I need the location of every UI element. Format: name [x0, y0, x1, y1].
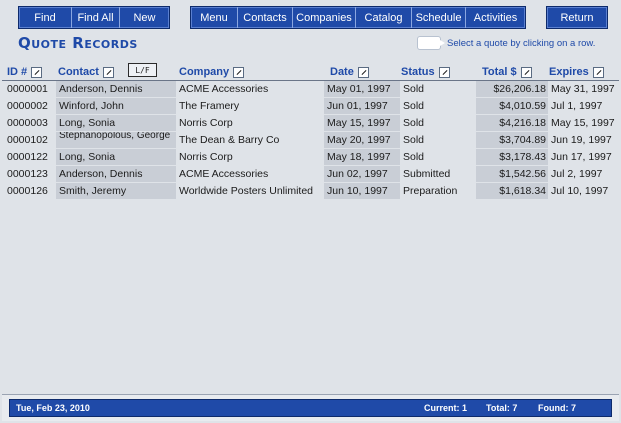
cell-status: Submitted — [403, 168, 451, 180]
column-header-expires[interactable]: Expires — [549, 66, 604, 78]
sort-icon[interactable] — [31, 66, 43, 78]
cell-company: Norris Corp — [179, 151, 233, 163]
cell-id: 0000003 — [7, 117, 48, 129]
cell-company: Worldwide Posters Unlimited — [179, 185, 314, 197]
sort-icon[interactable] — [520, 66, 532, 78]
cell-status: Sold — [403, 83, 425, 95]
activities-button[interactable]: Activities — [466, 7, 525, 28]
cell-date: Jun 10, 1997 — [324, 183, 400, 199]
cell-date: May 18, 1997 — [324, 149, 400, 165]
cell-expires: Jun 19, 1997 — [551, 134, 612, 146]
cell-status: Preparation — [403, 185, 458, 197]
cell-id: 0000123 — [7, 168, 48, 180]
column-header-date[interactable]: Date — [330, 66, 369, 78]
find-all-button[interactable]: Find All — [72, 7, 120, 28]
sort-icon[interactable] — [357, 66, 369, 78]
table-row[interactable]: 0000122 Long, Sonia Norris Corp May 18, … — [2, 149, 619, 165]
cell-status: Sold — [403, 151, 425, 163]
column-header-contact[interactable]: Contact — [58, 66, 114, 78]
hint-text: Select a quote by clicking on a row. — [447, 38, 596, 49]
cell-date: Jun 01, 1997 — [324, 98, 400, 114]
column-label-company: Company — [179, 66, 230, 78]
cell-total: $4,216.18 — [476, 115, 548, 131]
cell-contact: Anderson, Dennis — [56, 166, 176, 182]
page-title: Quote Records — [18, 34, 138, 52]
return-toolbar: Return — [546, 6, 608, 29]
table-row[interactable]: 0000102 Stephanopolous, George The Dean … — [2, 132, 619, 148]
cell-company: ACME Accessories — [179, 83, 269, 95]
companies-button[interactable]: Companies — [293, 7, 356, 28]
cell-id: 0000001 — [7, 83, 48, 95]
column-label-status: Status — [401, 66, 435, 78]
cell-company: The Dean & Barry Co — [179, 134, 280, 146]
column-header-company[interactable]: Company — [179, 66, 245, 78]
last-first-toggle-button[interactable]: L/F — [128, 63, 157, 77]
column-header-total[interactable]: Total $ — [482, 66, 532, 78]
cell-date: May 20, 1997 — [324, 132, 400, 148]
cell-expires: Jul 2, 1997 — [551, 168, 603, 180]
cell-expires: May 15, 1997 — [551, 117, 615, 129]
table-row[interactable]: 0000123 Anderson, Dennis ACME Accessorie… — [2, 166, 619, 182]
status-total: Total: 7 — [486, 403, 518, 413]
status-bar: Tue, Feb 23, 2010 Current: 1 Total: 7 Fo… — [9, 399, 612, 417]
sort-icon[interactable] — [592, 66, 604, 78]
table-row[interactable]: 0000001 Anderson, Dennis ACME Accessorie… — [2, 81, 619, 97]
sort-icon[interactable] — [438, 66, 450, 78]
cell-contact: Long, Sonia — [56, 149, 176, 165]
cell-id: 0000122 — [7, 151, 48, 163]
cell-expires: Jul 10, 1997 — [551, 185, 609, 197]
column-label-id: ID # — [7, 66, 28, 78]
navigation-toolbar: Menu Contacts Companies Catalog Schedule… — [190, 6, 526, 29]
cell-contact: Long, Sonia — [56, 115, 176, 131]
table-row[interactable]: 0000003 Long, Sonia Norris Corp May 15, … — [2, 115, 619, 131]
cell-contact: Smith, Jeremy — [56, 183, 176, 199]
cell-status: Sold — [403, 117, 425, 129]
cell-date: May 01, 1997 — [324, 81, 400, 97]
record-toolbar: Find Find All New — [18, 6, 170, 29]
schedule-button[interactable]: Schedule — [412, 7, 466, 28]
table-row[interactable]: 0000126 Smith, Jeremy Worldwide Posters … — [2, 183, 619, 199]
column-header-status[interactable]: Status — [401, 66, 450, 78]
sort-icon[interactable] — [233, 66, 245, 78]
cell-total: $4,010.59 — [476, 98, 548, 114]
status-date: Tue, Feb 23, 2010 — [16, 403, 90, 413]
cell-id: 0000102 — [7, 134, 48, 146]
cell-company: ACME Accessories — [179, 168, 269, 180]
cell-company: Norris Corp — [179, 117, 233, 129]
menu-button[interactable]: Menu — [191, 7, 238, 28]
cell-total: $26,206.18 — [476, 81, 548, 97]
cell-status: Sold — [403, 100, 425, 112]
hint-card-icon — [418, 37, 445, 49]
new-button[interactable]: New — [120, 7, 169, 28]
find-button[interactable]: Find — [19, 7, 72, 28]
cell-company: The Framery — [179, 100, 240, 112]
column-label-date: Date — [330, 66, 354, 78]
cell-date: May 15, 1997 — [324, 115, 400, 131]
cell-expires: Jun 17, 1997 — [551, 151, 612, 163]
column-label-contact: Contact — [58, 66, 99, 78]
cell-expires: May 31, 1997 — [551, 83, 615, 95]
status-current: Current: 1 — [424, 403, 468, 413]
cell-expires: Jul 1, 1997 — [551, 100, 603, 112]
table-row[interactable]: 0000002 Winford, John The Framery Jun 01… — [2, 98, 619, 114]
cell-contact: Anderson, Dennis — [56, 81, 176, 97]
return-button[interactable]: Return — [547, 7, 607, 28]
cell-date: Jun 02, 1997 — [324, 166, 400, 182]
column-label-total: Total $ — [482, 66, 517, 78]
cell-contact: Winford, John — [56, 98, 176, 114]
cell-total: $1,618.34 — [476, 183, 548, 199]
cell-id: 0000002 — [7, 100, 48, 112]
cell-total: $1,542.56 — [476, 166, 548, 182]
cell-contact: Stephanopolous, George — [56, 132, 176, 148]
column-header-id[interactable]: ID # — [7, 66, 43, 78]
cell-total: $3,178.43 — [476, 149, 548, 165]
sort-icon[interactable] — [102, 66, 114, 78]
contacts-button[interactable]: Contacts — [238, 7, 293, 28]
catalog-button[interactable]: Catalog — [356, 7, 412, 28]
status-found: Found: 7 — [538, 403, 576, 413]
cell-total: $3,704.89 — [476, 132, 548, 148]
cell-id: 0000126 — [7, 185, 48, 197]
cell-status: Sold — [403, 134, 425, 146]
column-label-expires: Expires — [549, 66, 589, 78]
